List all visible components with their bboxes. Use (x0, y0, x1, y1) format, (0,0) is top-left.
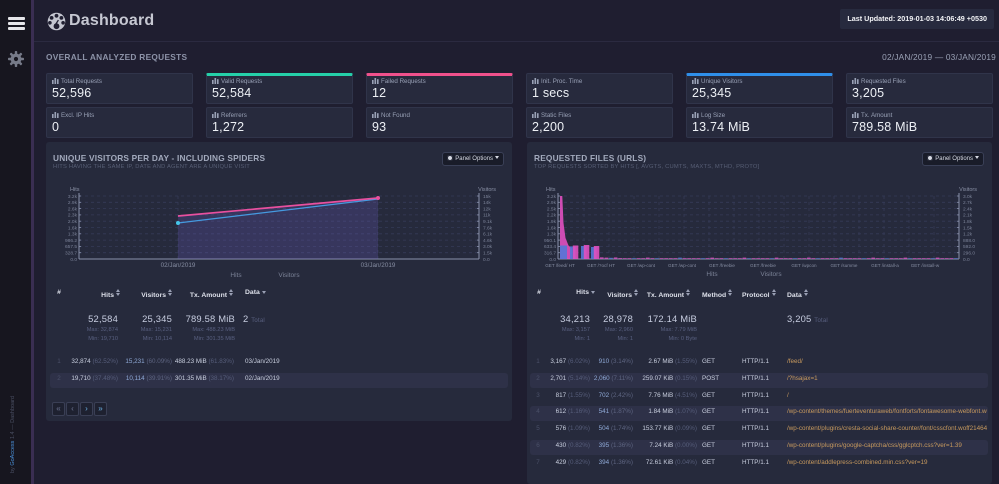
svg-text:03/Jan/2019: 03/Jan/2019 (361, 262, 396, 269)
svg-text:12k: 12k (483, 206, 491, 212)
svg-text:1.6k: 1.6k (68, 225, 78, 231)
svg-text:1.6k: 1.6k (547, 225, 557, 231)
svg-text:GET /wpcon: GET /wpcon (791, 263, 817, 268)
svg-text:02/Jan/2019: 02/Jan/2019 (161, 262, 196, 269)
svg-text:2.4k: 2.4k (963, 206, 973, 212)
svg-text:GET /wp-cont: GET /wp-cont (668, 263, 697, 268)
svg-text:GET /install-w: GET /install-w (911, 263, 940, 268)
svg-text:3.2k: 3.2k (68, 194, 78, 200)
svg-text:2.1k: 2.1k (963, 213, 973, 219)
svg-text:GET /feed/ HT: GET /feed/ HT (545, 263, 575, 268)
svg-text:2.7k: 2.7k (963, 200, 973, 206)
svg-text:1.8k: 1.8k (963, 219, 973, 225)
svg-text:316.7: 316.7 (544, 251, 556, 257)
svg-text:Visitors: Visitors (278, 272, 300, 279)
svg-text:GET /freebie: GET /freebie (709, 263, 735, 268)
svg-text:2.2k: 2.2k (547, 213, 557, 219)
svg-text:3.0k: 3.0k (963, 194, 973, 200)
svg-text:1.3k: 1.3k (547, 232, 557, 238)
svg-text:1.3k: 1.3k (68, 232, 78, 238)
svg-text:296.0: 296.0 (963, 251, 975, 257)
svg-text:7.6k: 7.6k (483, 225, 493, 231)
svg-text:950.1: 950.1 (544, 238, 556, 244)
svg-text:1.2k: 1.2k (963, 232, 973, 238)
svg-text:0.0: 0.0 (963, 257, 970, 263)
svg-text:GET /summe: GET /summe (831, 263, 858, 268)
svg-text:3.0k: 3.0k (483, 244, 493, 250)
svg-text:986.2: 986.2 (65, 238, 77, 244)
svg-text:633.4: 633.4 (544, 244, 556, 250)
svg-text:GET /wp-cont: GET /wp-cont (627, 263, 656, 268)
svg-text:328.7: 328.7 (65, 251, 77, 257)
svg-text:11k: 11k (483, 213, 491, 219)
svg-text:592.0: 592.0 (963, 244, 975, 250)
svg-text:2.6k: 2.6k (68, 206, 78, 212)
svg-text:GET /freebie: GET /freebie (750, 263, 776, 268)
svg-text:GET /install-a: GET /install-a (871, 263, 899, 268)
svg-text:6.1k: 6.1k (483, 232, 493, 238)
svg-text:14k: 14k (483, 200, 491, 206)
svg-text:0.0: 0.0 (549, 257, 556, 263)
svg-text:9.1k: 9.1k (483, 219, 493, 225)
svg-text:Hits: Hits (230, 272, 242, 279)
svg-text:Hits: Hits (70, 187, 80, 193)
svg-text:2.9k: 2.9k (68, 200, 78, 206)
svg-text:Hits: Hits (706, 271, 718, 278)
svg-text:0.0: 0.0 (70, 257, 77, 263)
svg-text:Visitors: Visitors (959, 187, 977, 193)
svg-text:2.9k: 2.9k (547, 200, 557, 206)
svg-text:657.5: 657.5 (65, 244, 77, 250)
svg-text:1.9k: 1.9k (547, 219, 557, 225)
svg-text:2.5k: 2.5k (547, 206, 557, 212)
svg-text:2.3k: 2.3k (68, 213, 78, 219)
svg-text:1.5k: 1.5k (483, 251, 493, 257)
svg-text:0.0: 0.0 (483, 257, 490, 263)
svg-text:Visitors: Visitors (760, 271, 782, 278)
svg-text:GET /?ocf HT: GET /?ocf HT (587, 263, 615, 268)
svg-text:2.0k: 2.0k (68, 219, 78, 225)
svg-text:Hits: Hits (546, 187, 556, 193)
svg-text:Visitors: Visitors (478, 187, 496, 193)
svg-text:1.5k: 1.5k (963, 225, 973, 231)
svg-text:4.6k: 4.6k (483, 238, 493, 244)
svg-text:888.0: 888.0 (963, 238, 975, 244)
svg-text:3.2k: 3.2k (547, 194, 557, 200)
svg-text:15k: 15k (483, 194, 491, 200)
